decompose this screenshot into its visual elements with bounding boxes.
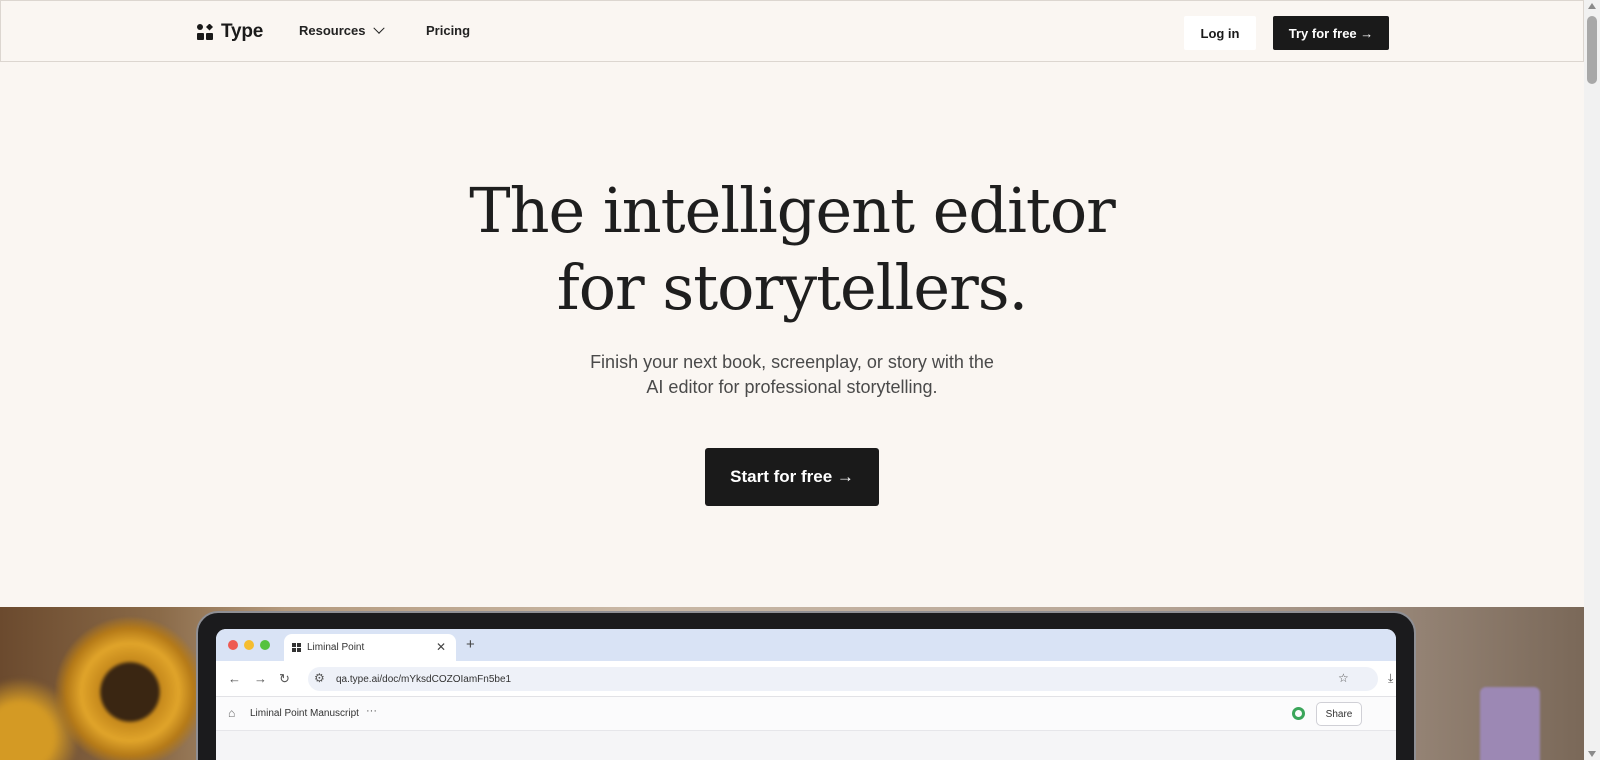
nav-pricing-label: Pricing xyxy=(426,23,471,38)
browser-tab-title: Liminal Point xyxy=(307,642,365,653)
minimize-window-icon xyxy=(244,640,254,650)
document-header: ⌂ Liminal Point Manuscript ··· Share xyxy=(216,697,1396,731)
hero-headline-line1: The intelligent editor xyxy=(469,174,1116,247)
url-field: qa.type.ai/doc/mYksdCOZOIamFn5be1 xyxy=(308,667,1378,691)
laptop-frame: Liminal Point ✕ + ← → ↻ qa.type.ai/doc/m… xyxy=(196,611,1416,760)
forward-arrow-icon: → xyxy=(254,671,267,686)
browser-address-bar: ← → ↻ qa.type.ai/doc/mYksdCOZOIamFn5be1 … xyxy=(216,661,1396,697)
hero-subheading-line1: Finish your next book, screenplay, or st… xyxy=(590,352,994,372)
sunflower-decoration xyxy=(55,617,205,760)
share-button: Share xyxy=(1316,702,1362,726)
browser-tab-bar: Liminal Point ✕ + xyxy=(216,629,1396,661)
logo[interactable]: Type xyxy=(197,21,263,43)
more-options-icon: ··· xyxy=(366,705,377,717)
type-logo-icon xyxy=(197,23,214,41)
close-icon: ✕ xyxy=(435,640,446,654)
scroll-thumb[interactable] xyxy=(1587,16,1597,84)
new-tab-icon: + xyxy=(466,636,475,653)
scroll-down-arrow-icon[interactable] xyxy=(1588,751,1596,757)
window-controls xyxy=(228,640,270,650)
logo-text: Type xyxy=(221,21,264,42)
hero-headline-line2: for storytellers. xyxy=(556,251,1028,324)
star-icon: ☆ xyxy=(1338,671,1349,685)
maximize-window-icon xyxy=(260,640,270,650)
nav-resources-menu[interactable]: Resources xyxy=(299,22,386,38)
scroll-up-arrow-icon[interactable] xyxy=(1588,3,1596,9)
nav-resources-label: Resources xyxy=(299,23,366,38)
login-button[interactable]: Log in xyxy=(1184,16,1256,50)
site-info-icon: ⚙ xyxy=(314,671,325,685)
home-icon: ⌂ xyxy=(228,706,236,720)
browser-tab: Liminal Point ✕ xyxy=(284,634,456,661)
hero-subheading: Finish your next book, screenplay, or st… xyxy=(0,350,1584,400)
document-title: Liminal Point Manuscript xyxy=(250,708,359,719)
back-arrow-icon: ← xyxy=(228,671,241,686)
hero-headline: The intelligent editor for storytellers. xyxy=(0,172,1584,326)
download-icon: ⤓ xyxy=(1388,671,1394,685)
nav-pricing-link[interactable]: Pricing xyxy=(426,23,470,38)
start-for-free-button[interactable]: Start for free → xyxy=(705,448,879,506)
page-scrollbar[interactable] xyxy=(1584,0,1600,760)
close-window-icon xyxy=(228,640,238,650)
url-text: qa.type.ai/doc/mYksdCOZOIamFn5be1 xyxy=(336,673,512,685)
background-object xyxy=(1480,687,1540,760)
status-ring-icon xyxy=(1292,707,1305,720)
type-logo-icon xyxy=(292,643,301,652)
product-demo-photo: Liminal Point ✕ + ← → ↻ qa.type.ai/doc/m… xyxy=(0,607,1584,760)
top-navbar: Type Resources Pricing Log in Try for fr… xyxy=(0,0,1584,62)
chevron-down-icon xyxy=(373,22,386,34)
reload-icon: ↻ xyxy=(279,671,290,686)
laptop-screen: Liminal Point ✕ + ← → ↻ qa.type.ai/doc/m… xyxy=(216,629,1396,760)
try-for-free-button[interactable]: Try for free → xyxy=(1273,16,1389,50)
hero-subheading-line2: AI editor for professional storytelling. xyxy=(646,377,938,397)
